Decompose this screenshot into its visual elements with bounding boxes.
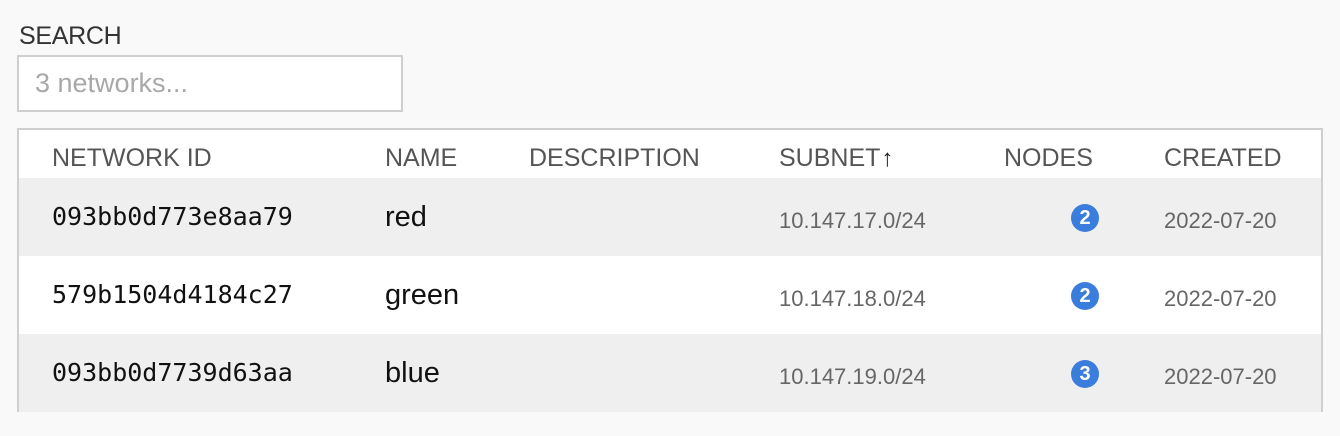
network-id-cell[interactable]: 579b1504d4184c27 xyxy=(52,280,293,309)
network-created-cell: 2022-07-20 xyxy=(1164,286,1277,311)
column-header-subnet-label: SUBNET xyxy=(779,144,881,172)
network-id-cell[interactable]: 093bb0d7739d63aa xyxy=(52,358,293,387)
network-subnet-cell: 10.147.17.0/24 xyxy=(779,208,926,233)
column-header-network-id[interactable]: NETWORK ID xyxy=(52,144,212,173)
table-row[interactable]: 093bb0d7739d63aa blue 10.147.19.0/24 3 2… xyxy=(19,334,1321,412)
column-header-name[interactable]: NAME xyxy=(385,144,457,173)
table-row[interactable]: 579b1504d4184c27 green 10.147.18.0/24 2 … xyxy=(19,256,1321,334)
sort-ascending-icon: ↑ xyxy=(881,145,894,172)
network-created-cell: 2022-07-20 xyxy=(1164,208,1277,233)
network-created-cell: 2022-07-20 xyxy=(1164,364,1277,389)
nodes-count-badge: 2 xyxy=(1071,282,1099,310)
network-subnet-cell: 10.147.18.0/24 xyxy=(779,286,926,311)
column-header-subnet[interactable]: SUBNET↑ xyxy=(779,144,893,173)
network-name-cell: red xyxy=(385,201,427,233)
column-header-created[interactable]: CREATED xyxy=(1164,144,1282,173)
nodes-count-badge: 2 xyxy=(1071,204,1099,232)
network-name-cell: blue xyxy=(385,357,440,389)
table-header: NETWORK ID NAME DESCRIPTION SUBNET↑ NODE… xyxy=(19,130,1321,178)
table-row[interactable]: 093bb0d773e8aa79 red 10.147.17.0/24 2 20… xyxy=(19,178,1321,256)
networks-table: NETWORK ID NAME DESCRIPTION SUBNET↑ NODE… xyxy=(17,128,1323,412)
column-header-description[interactable]: DESCRIPTION xyxy=(529,144,700,173)
network-id-cell[interactable]: 093bb0d773e8aa79 xyxy=(52,202,293,231)
column-header-nodes[interactable]: NODES xyxy=(1004,144,1093,173)
network-name-cell: green xyxy=(385,279,460,311)
networks-panel: SEARCH NETWORK ID NAME DESCRIPTION SUBNE… xyxy=(0,0,1340,436)
search-label: SEARCH xyxy=(19,22,122,50)
nodes-count-badge: 3 xyxy=(1071,360,1099,388)
network-subnet-cell: 10.147.19.0/24 xyxy=(779,364,926,389)
search-input[interactable] xyxy=(17,55,403,112)
